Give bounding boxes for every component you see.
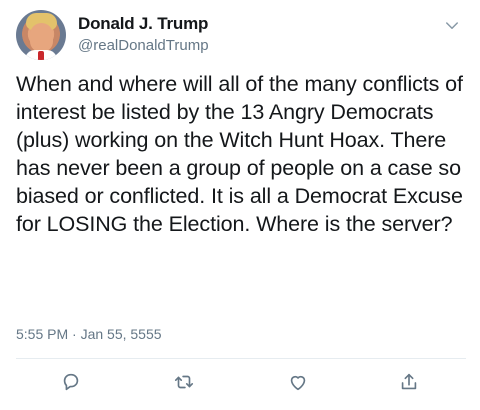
avatar-face [30,23,53,52]
avatar-tie [38,51,44,60]
author-handle[interactable]: @realDonaldTrump [78,37,209,54]
chevron-down-icon[interactable] [443,17,461,35]
author-name[interactable]: Donald J. Trump [78,14,208,34]
heart-icon [287,371,309,398]
reply-button[interactable] [59,372,83,396]
avatar[interactable] [16,10,66,60]
like-button[interactable] [286,372,310,396]
share-button[interactable] [397,372,421,396]
retweet-icon [173,371,195,398]
retweet-button[interactable] [172,372,196,396]
reply-icon [60,371,82,398]
divider [16,358,466,359]
tweet-timestamp[interactable]: 5:55 PM · Jan 55, 5555 [16,326,162,342]
tweet-card: Donald J. Trump @realDonaldTrump When an… [0,0,480,410]
share-icon [398,371,420,398]
tweet-text: When and where will all of the many conf… [16,72,463,236]
